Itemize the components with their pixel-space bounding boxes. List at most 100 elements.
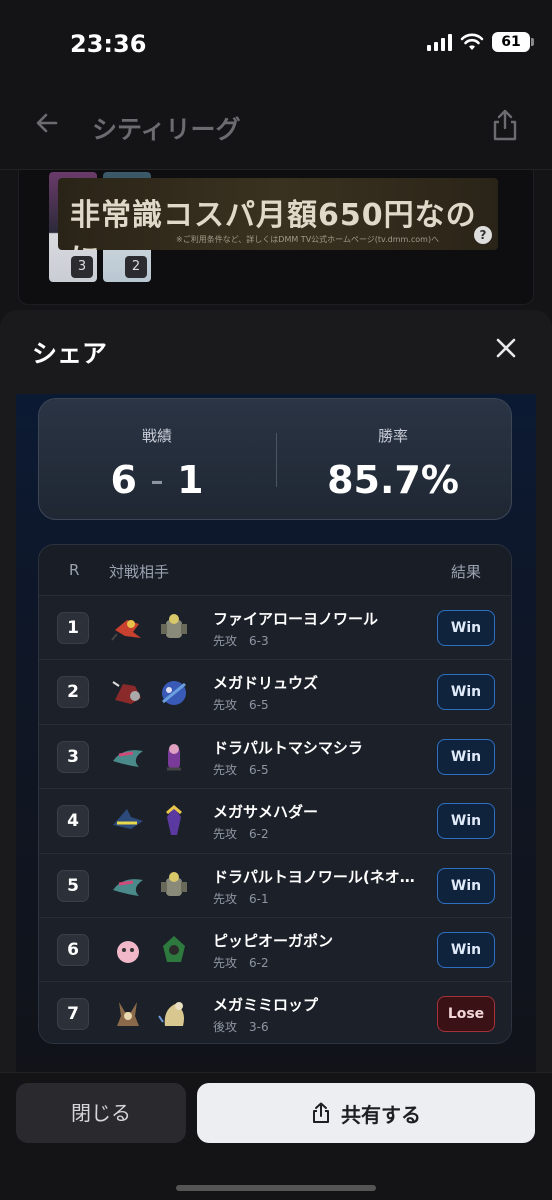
share-preview-image: 戦績 6 - 1 勝率 85.7% R 対戦相手 結果 1 ファイアローヨノワー…	[16, 394, 536, 1072]
match-detail: 先攻 6-2	[213, 954, 281, 971]
result-badge: Lose	[437, 996, 495, 1033]
result-badge: Win	[437, 867, 495, 904]
match-detail: 先攻 6-3	[213, 632, 281, 649]
sheet-title: シェア	[32, 339, 108, 368]
prize-score: 6-2	[249, 955, 269, 970]
pokemon-icons	[109, 932, 193, 968]
pokemon-icons	[109, 674, 193, 710]
record-wins: 6	[110, 458, 137, 502]
prize-score: 6-2	[249, 827, 269, 842]
sheet-footer: 閉じる 共有する	[0, 1072, 552, 1200]
turn-order: 先攻	[213, 698, 238, 713]
match-detail: 後攻 3-6	[213, 1018, 281, 1035]
pokemon-sprite-icon	[167, 743, 181, 771]
record-losses: 1	[177, 458, 204, 502]
column-round: R	[69, 561, 80, 579]
pokemon-sprite-icon	[113, 878, 143, 896]
table-header: R 対戦相手 結果	[39, 545, 511, 595]
signal-icon	[427, 33, 452, 51]
share-sheet: シェア 戦績 6 - 1 勝率 85.7% R 対戦相手 結果 1 ファイアロー…	[0, 310, 552, 1200]
pokemon-sprite-icon	[158, 1002, 184, 1027]
table-row: 5 ドラパルトヨノワール(ネオア… 先攻 6-1 Win	[39, 852, 511, 917]
share-icon[interactable]	[490, 108, 520, 142]
table-row: 1 ファイアローヨノワール 先攻 6-3 Win	[39, 595, 511, 660]
opponent-name: ドラパルトヨノワール(ネオア…	[213, 867, 425, 886]
close-button[interactable]: 閉じる	[16, 1083, 186, 1143]
record-stat: 戦績 6 - 1	[39, 399, 275, 519]
table-row: 3 ドラパルトマシマシラ 先攻 6-5 Win	[39, 723, 511, 789]
pokemon-sprite-icon	[162, 681, 186, 706]
round-number: 6	[57, 933, 89, 966]
pokemon-sprite-icon	[163, 935, 185, 962]
sheet-header: シェア	[0, 328, 552, 372]
advertisement-banner[interactable]: 非常識コスパ月額650円なのに ※ご利用条件など、詳しくはDMM TV公式ホーム…	[58, 178, 498, 250]
winrate-value: 85.7%	[327, 458, 459, 502]
turn-order: 先攻	[213, 634, 238, 648]
table-row: 2 メガドリュウズ 先攻 6-5 Win	[39, 659, 511, 724]
pokemon-icons	[109, 610, 193, 646]
column-result: 結果	[450, 563, 481, 581]
prize-score: 6-1	[249, 891, 269, 906]
card-count: 3	[71, 256, 93, 278]
ad-disclaimer: ※ご利用条件など、詳しくはDMM TV公式ホームページ(tv.dmm.com)へ	[176, 235, 440, 244]
record-separator: -	[150, 458, 164, 502]
round-number: 5	[57, 869, 89, 902]
share-button-label: 共有する	[341, 1102, 421, 1127]
round-number: 1	[57, 612, 89, 644]
opponent-name: メガミミロップ	[213, 996, 319, 1015]
pokemon-icons	[109, 803, 193, 839]
prize-score: 3-6	[249, 1020, 269, 1035]
opponent-name: ファイアローヨノワール	[213, 610, 379, 628]
opponent-name: メガドリュウズ	[213, 674, 319, 693]
share-icon	[313, 1102, 329, 1123]
turn-order: 先攻	[213, 891, 238, 906]
round-number: 3	[57, 740, 89, 773]
back-arrow-icon[interactable]	[34, 110, 60, 143]
result-badge: Win	[437, 610, 495, 646]
pokemon-sprite-icon	[113, 749, 143, 767]
pokemon-icons	[109, 739, 193, 775]
opponent-name: メガサメハダー	[213, 803, 319, 822]
record-value: 6 - 1	[39, 458, 275, 502]
turn-order: 後攻	[213, 1020, 238, 1035]
pokemon-sprite-icon	[112, 681, 141, 705]
pokemon-sprite-icon	[166, 805, 182, 836]
turn-order: 先攻	[213, 762, 238, 777]
prize-score: 6-5	[249, 698, 269, 713]
summary-card: 戦績 6 - 1 勝率 85.7%	[38, 398, 512, 520]
pokemon-icons	[109, 868, 193, 904]
result-badge: Win	[437, 674, 495, 711]
table-row: 6 ピッピオーガポン 先攻 6-2 Win	[39, 916, 511, 982]
result-badge: Win	[437, 931, 495, 968]
match-table: R 対戦相手 結果 1 ファイアローヨノワール 先攻 6-3 Win 2 メガド…	[38, 544, 512, 1044]
pokemon-sprite-icon	[161, 614, 187, 638]
prize-score: 6-3	[249, 634, 269, 648]
pokemon-sprite-icon	[117, 1002, 139, 1027]
column-opponent: 対戦相手	[109, 563, 170, 581]
table-row: 4 メガサメハダー 先攻 6-2 Win	[39, 788, 511, 853]
close-icon[interactable]	[494, 336, 518, 360]
match-detail: 先攻 6-2	[213, 825, 281, 842]
opponent-name: ピッピオーガポン	[213, 931, 334, 950]
winrate-stat: 勝率 85.7%	[275, 399, 511, 519]
ad-help-icon[interactable]: ?	[474, 226, 492, 244]
status-icons: 61	[427, 32, 534, 52]
prize-score: 6-5	[249, 762, 269, 777]
opponent-name: ドラパルトマシマシラ	[213, 738, 363, 757]
match-detail: 先攻 6-5	[213, 696, 281, 713]
pokemon-sprite-icon	[111, 620, 141, 641]
turn-order: 先攻	[213, 955, 238, 970]
match-detail: 先攻 6-1	[213, 890, 281, 907]
result-badge: Win	[437, 803, 495, 840]
match-detail: 先攻 6-5	[213, 761, 281, 778]
round-number: 4	[57, 805, 89, 838]
pokemon-icons	[109, 996, 193, 1032]
share-button[interactable]: 共有する	[197, 1083, 535, 1143]
battery-icon: 61	[492, 32, 534, 52]
app-header: シティリーグ	[0, 90, 552, 170]
table-row: 7 メガミミロップ 後攻 3-6 Lose	[39, 981, 511, 1043]
card-count: 2	[125, 256, 147, 278]
status-time: 23:36	[70, 30, 147, 58]
record-label: 戦績	[141, 427, 172, 445]
wifi-icon	[460, 33, 484, 50]
